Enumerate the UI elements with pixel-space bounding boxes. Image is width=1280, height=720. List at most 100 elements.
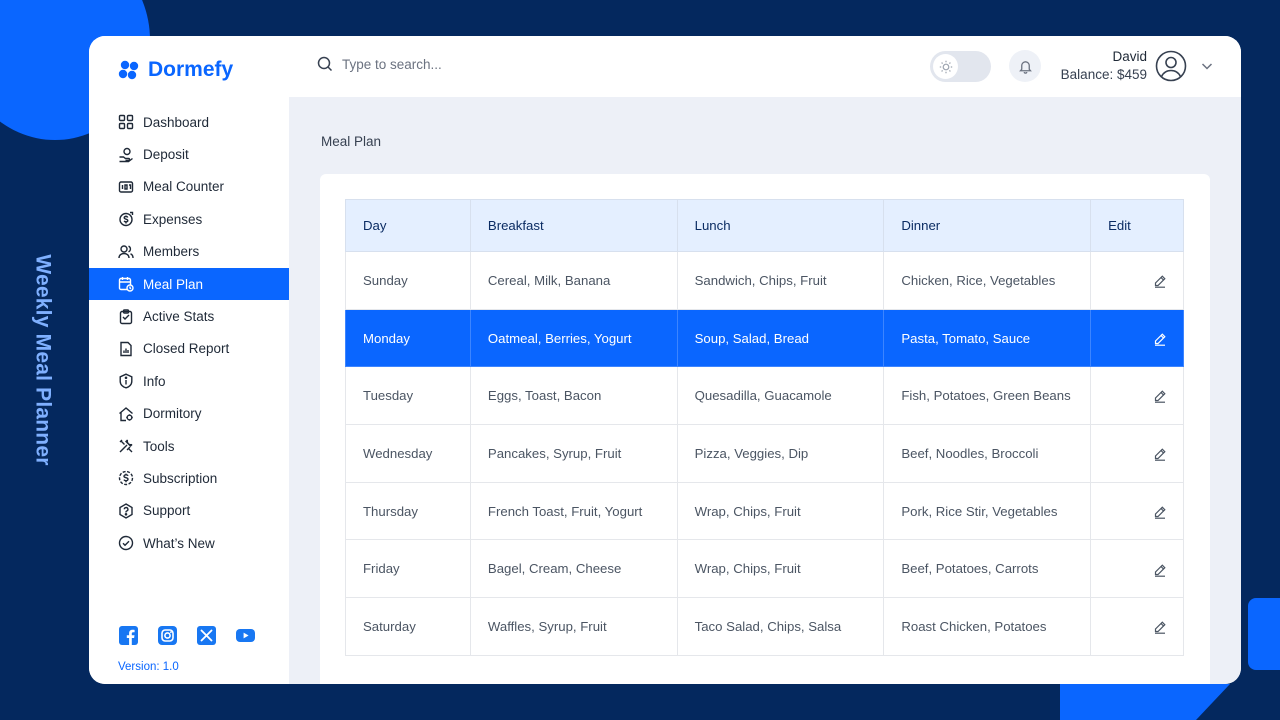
cell-dinner: Pasta, Tomato, Sauce xyxy=(883,308,1092,368)
sidebar-item-label: Info xyxy=(143,373,166,389)
check-circle-icon xyxy=(118,536,134,551)
meal-plan-table: Day Breakfast Lunch Dinner Edit Sunday C… xyxy=(345,199,1184,656)
info-icon xyxy=(119,373,133,389)
sidebar-item-info[interactable]: Info xyxy=(89,365,289,397)
sidebar-item-label: Active Stats xyxy=(143,309,215,325)
sidebar-item-tools[interactable]: Tools xyxy=(89,430,289,462)
edit-icon[interactable] xyxy=(1153,505,1167,519)
sidebar-item-label: What’s New xyxy=(143,535,215,551)
cell-dinner: Pork, Rice Stir, Vegetables xyxy=(883,481,1092,541)
sidebar-item-support[interactable]: Support xyxy=(89,495,289,527)
instagram-icon[interactable] xyxy=(158,626,177,645)
cell-lunch: Wrap, Chips, Fruit xyxy=(676,481,885,541)
edit-icon[interactable] xyxy=(1153,447,1167,461)
cell-day: Tuesday xyxy=(345,366,471,426)
youtube-icon[interactable] xyxy=(236,626,255,645)
sidebar-item-meal-counter[interactable]: Meal Counter xyxy=(89,171,289,203)
cell-lunch: Pizza, Veggies, Dip xyxy=(676,424,885,483)
cell-breakfast: Eggs, Toast, Bacon xyxy=(469,366,678,426)
table-row[interactable]: Thursday French Toast, Fruit, Yogurt Wra… xyxy=(345,481,1184,541)
cell-edit xyxy=(1090,424,1184,483)
brand-name: Dormefy xyxy=(148,58,234,81)
sidebar-item-closed-report[interactable]: Closed Report xyxy=(89,333,289,365)
table-row[interactable]: Tuesday Eggs, Toast, Bacon Quesadilla, G… xyxy=(345,366,1184,426)
bell-icon xyxy=(1018,60,1032,74)
sidebar-item-label: Dashboard xyxy=(143,114,210,130)
search-input[interactable] xyxy=(342,56,602,72)
deposit-icon xyxy=(119,147,133,162)
x-icon[interactable] xyxy=(197,626,216,645)
cell-breakfast: Cereal, Milk, Banana xyxy=(469,251,678,310)
cell-day: Wednesday xyxy=(345,424,471,483)
cell-edit xyxy=(1090,597,1184,656)
logo-icon xyxy=(118,60,139,80)
chevron-down-icon[interactable] xyxy=(1199,58,1215,74)
sidebar-item-label: Meal Counter xyxy=(143,179,225,195)
column-header-dinner: Dinner xyxy=(883,199,1092,252)
table-row[interactable]: Monday Oatmeal, Berries, Yogurt Soup, Sa… xyxy=(345,308,1184,368)
user-name: David xyxy=(1112,49,1147,64)
sidebar-item-members[interactable]: Members xyxy=(89,236,289,268)
cell-edit xyxy=(1090,539,1184,599)
sidebar-item-label: Support xyxy=(143,503,191,519)
sidebar-item-label: Members xyxy=(143,244,200,260)
report-icon xyxy=(120,341,132,357)
sidebar-item-dashboard[interactable]: Dashboard xyxy=(89,106,289,138)
user-balance: Balance: $459 xyxy=(1060,67,1147,82)
edit-icon[interactable] xyxy=(1153,389,1167,404)
cell-edit xyxy=(1090,251,1184,310)
toggle-knob xyxy=(933,54,958,79)
cell-lunch: Wrap, Chips, Fruit xyxy=(676,539,885,599)
theme-toggle[interactable] xyxy=(930,51,991,82)
cell-dinner: Fish, Potatoes, Green Beans xyxy=(883,366,1092,426)
table-row[interactable]: Friday Bagel, Cream, Cheese Wrap, Chips,… xyxy=(345,539,1184,599)
column-header-day: Day xyxy=(345,199,471,252)
cell-breakfast: Oatmeal, Berries, Yogurt xyxy=(469,308,678,368)
cell-lunch: Quesadilla, Guacamole xyxy=(676,366,885,426)
column-header-edit: Edit xyxy=(1090,199,1184,252)
table-row[interactable]: Saturday Waffles, Syrup, Fruit Taco Sala… xyxy=(345,597,1184,656)
search-icon xyxy=(317,56,333,72)
edit-icon[interactable] xyxy=(1153,563,1167,577)
table-row[interactable]: Wednesday Pancakes, Syrup, Fruit Pizza, … xyxy=(345,424,1184,483)
cell-dinner: Roast Chicken, Potatoes xyxy=(883,597,1092,656)
meal-plan-card: Day Breakfast Lunch Dinner Edit Sunday C… xyxy=(320,174,1210,684)
dollar-icon xyxy=(118,471,134,486)
sidebar-item-meal-plan[interactable]: Meal Plan xyxy=(89,267,289,301)
cell-day: Monday xyxy=(345,308,471,368)
sidebar-item-subscription[interactable]: Subscription xyxy=(89,462,289,494)
cell-edit xyxy=(1090,366,1184,426)
sidebar-item-whats-new[interactable]: What’s New xyxy=(89,527,289,559)
avatar[interactable] xyxy=(1155,50,1187,82)
cell-lunch: Sandwich, Chips, Fruit xyxy=(676,251,885,310)
table-row[interactable]: Sunday Cereal, Milk, Banana Sandwich, Ch… xyxy=(345,251,1184,310)
cell-dinner: Beef, Potatoes, Carrots xyxy=(883,539,1092,599)
cell-edit xyxy=(1090,308,1184,368)
cell-breakfast: Pancakes, Syrup, Fruit xyxy=(469,424,678,483)
facebook-icon[interactable] xyxy=(119,626,138,645)
sidebar-item-label: Closed Report xyxy=(143,341,230,357)
members-icon xyxy=(118,245,134,258)
edit-icon[interactable] xyxy=(1153,332,1167,346)
cell-day: Thursday xyxy=(345,481,471,541)
cell-edit xyxy=(1090,481,1184,541)
clipboard-icon xyxy=(119,308,133,324)
edit-icon[interactable] xyxy=(1153,274,1167,288)
sidebar-item-dormitory[interactable]: Dormitory xyxy=(89,398,289,430)
sidebar-item-deposit[interactable]: Deposit xyxy=(89,138,289,170)
sun-icon xyxy=(939,60,952,73)
sidebar-item-label: Subscription xyxy=(143,470,218,486)
edit-icon[interactable] xyxy=(1153,620,1167,635)
brand-logo[interactable]: Dormefy xyxy=(118,58,233,82)
main-content: Meal Plan Day Breakfast Lunch Dinner Edi… xyxy=(289,97,1241,684)
cell-day: Saturday xyxy=(345,597,471,656)
cell-day: Sunday xyxy=(345,251,471,310)
sidebar-item-active-stats[interactable]: Active Stats xyxy=(89,300,289,332)
notifications-button[interactable] xyxy=(1009,50,1041,82)
sidebar-item-label: Meal Plan xyxy=(143,276,204,292)
sidebar-nav: Dashboard Deposit Meal Counter Expenses … xyxy=(89,106,289,559)
decorative-accent-bottom xyxy=(1060,684,1230,720)
sidebar-item-expenses[interactable]: Expenses xyxy=(89,203,289,235)
cell-breakfast: Bagel, Cream, Cheese xyxy=(469,539,678,599)
decorative-accent xyxy=(1248,598,1280,670)
